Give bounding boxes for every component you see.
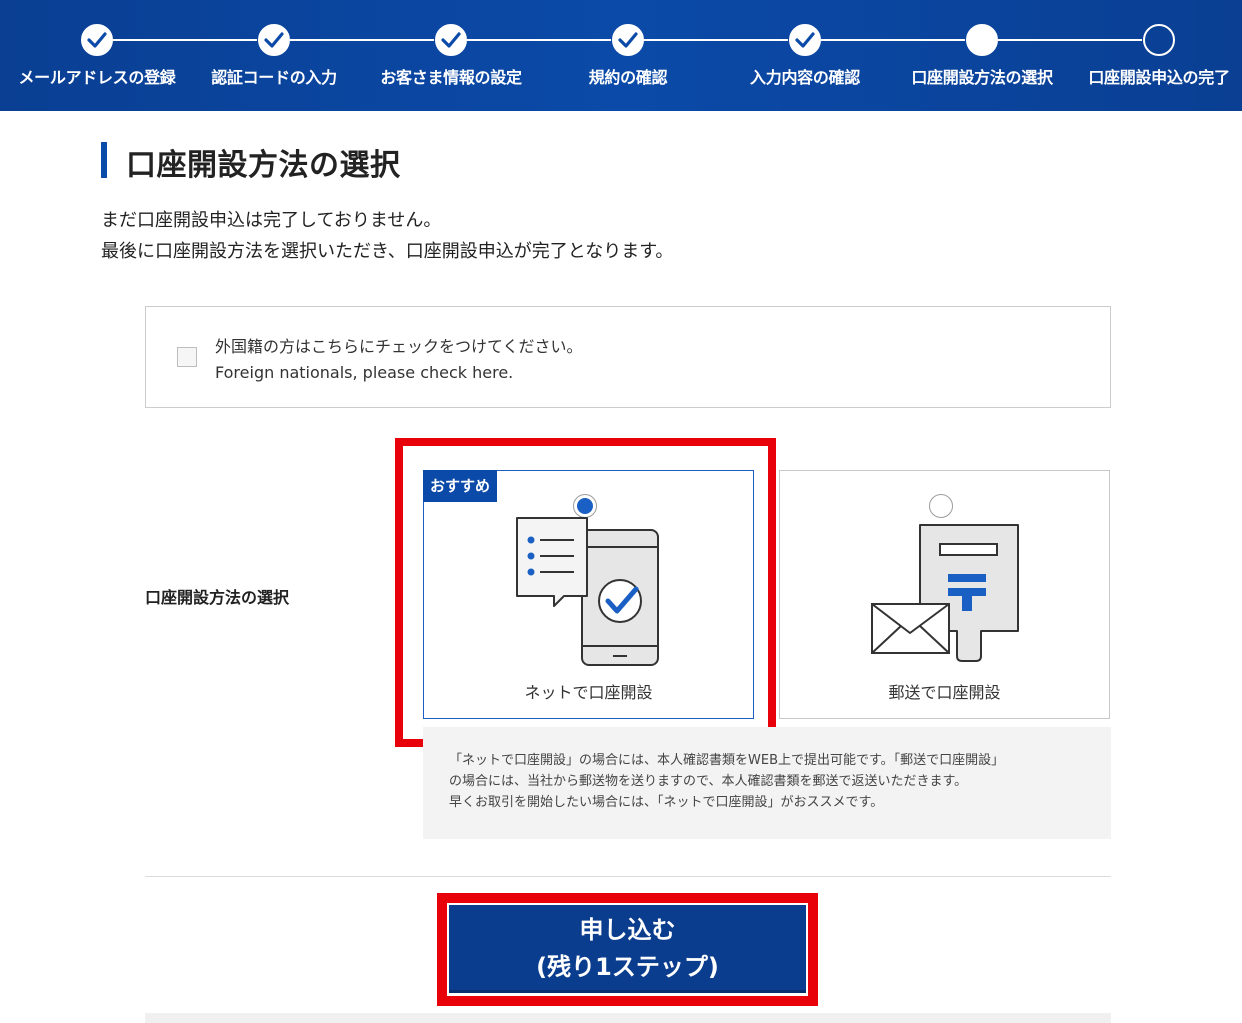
method-note-text: 「ネットで口座開設」の場合には、本人確認書類をWEB上で提出可能です。「郵送で口… [449,750,1004,813]
method-section-label: 口座開設方法の選択 [145,588,290,607]
progress-connector [998,39,1142,41]
step-7-empty-circle-icon [1143,24,1175,56]
option-caption: 郵送で口座開設 [888,683,1001,702]
intro-text: まだ口座開設申込は完了しておりません。 最後に口座開設方法を選択いただき、口座開… [101,205,673,267]
postal-mail-icon [871,524,1019,662]
section-divider [145,876,1111,877]
smartphone-check-icon [516,517,659,666]
option-online-account[interactable]: おすすめ ネットで口座開設 [423,470,754,719]
step-6-current-dot-icon [966,24,998,56]
step-label: 口座開設方法の選択 [911,68,1053,87]
foreign-nationals-label[interactable]: 外国籍の方はこちらにチェックをつけてください。 Foreign national… [215,334,583,386]
note-line: の場合には、当社から郵送物を送りますので、本人確認書類を郵送で返送いただきます。 [449,774,968,789]
progress-connector [290,39,434,41]
page-title: 口座開設方法の選択 [126,148,401,183]
progress-connector [644,39,788,41]
step-1-check-icon [81,24,113,56]
progress-connector [821,39,965,41]
submit-button[interactable]: 申し込む (残り1ステップ) [449,905,806,993]
step-label: お客さま情報の設定 [380,68,522,87]
intro-line: 最後に口座開設方法を選択いただき、口座開設申込が完了となります。 [101,241,674,262]
postal-radio[interactable] [929,494,953,518]
option-caption: ネットで口座開設 [524,683,653,702]
progress-connector [467,39,611,41]
recommended-badge: おすすめ [423,470,498,502]
step-label: メールアドレスの登録 [18,68,176,87]
step-3-check-icon [435,24,467,56]
submit-sublabel: (残り1ステップ) [536,953,719,981]
intro-line: まだ口座開設申込は完了しておりません。 [101,210,442,231]
step-label: 規約の確認 [588,68,668,87]
foreign-label-en: Foreign nationals, please check here. [215,363,514,382]
step-label: 口座開設申込の完了 [1088,68,1230,87]
step-5-check-icon [789,24,821,56]
step-2-check-icon [258,24,290,56]
progress-connector [113,39,257,41]
note-line: 「ネットで口座開設」の場合には、本人確認書類をWEB上で提出可能です。「郵送で口… [449,753,1005,768]
step-label: 入力内容の確認 [750,68,860,87]
foreign-nationals-box: 外国籍の方はこちらにチェックをつけてください。 Foreign national… [145,306,1111,408]
foreign-label-ja: 外国籍の方はこちらにチェックをつけてください。 [215,337,583,356]
step-4-check-icon [612,24,644,56]
note-line: 早くお取引を開始したい場合には、「ネットで口座開設」がおススメです。 [449,795,884,810]
footer-strip [145,1013,1111,1023]
option-postal-account[interactable]: 郵送で口座開設 [779,470,1110,719]
foreign-nationals-checkbox[interactable] [177,347,197,367]
submit-label: 申し込む [579,916,676,944]
method-note-box: 「ネットで口座開設」の場合には、本人確認書類をWEB上で提出可能です。「郵送で口… [423,727,1111,839]
progress-header: メールアドレスの登録 認証コードの入力 お客さま情報の設定 規約の確認 入力内容… [0,0,1242,111]
step-label: 認証コードの入力 [211,68,337,87]
title-accent-bar [101,142,107,178]
